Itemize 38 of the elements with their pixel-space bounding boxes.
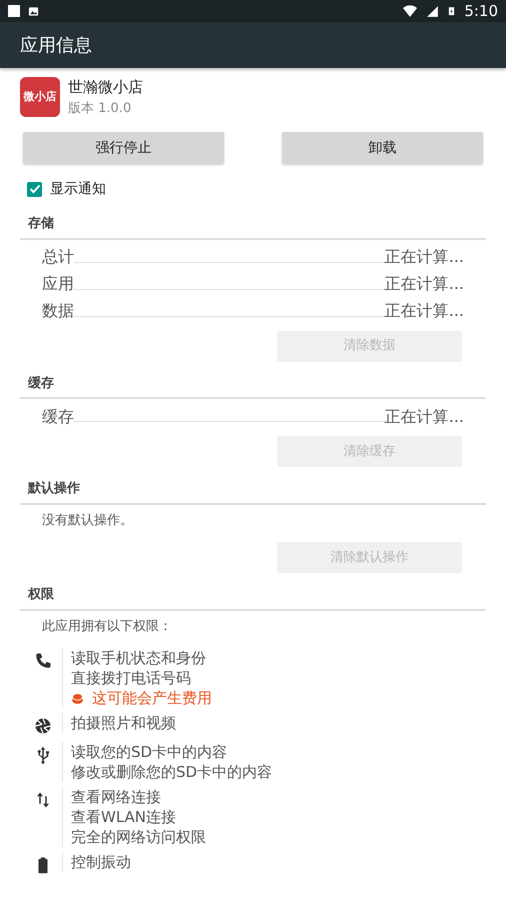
permission-text: 查看网络连接 xyxy=(71,787,162,807)
checkbox[interactable] xyxy=(27,182,42,196)
permission-text: 完全的网络访问权限 xyxy=(71,827,206,847)
permission-text: 拍摄照片和视频 xyxy=(71,713,176,733)
permissions-intro: 此应用拥有以下权限： xyxy=(41,618,173,636)
wifi-icon xyxy=(402,4,418,18)
action-button[interactable]: 强行停止 xyxy=(23,132,224,164)
checkbox-label: 显示通知 xyxy=(50,180,106,198)
app-icon: 微小店 xyxy=(20,77,60,117)
storage-value: 正在计算... xyxy=(384,273,464,295)
storage-value: 正在计算... xyxy=(384,246,464,268)
action-button[interactable]: 卸载 xyxy=(282,132,483,164)
permission-text: 控制振动 xyxy=(71,852,131,872)
section-header: 权限 xyxy=(26,586,55,604)
app-name: 世瀚微小店 xyxy=(68,77,143,98)
signal-icon xyxy=(426,4,440,18)
section-header: 缓存 xyxy=(26,374,55,392)
image-notification-icon xyxy=(28,6,39,16)
section-note: 没有默认操作。 xyxy=(41,512,134,530)
coin-icon xyxy=(71,692,84,704)
permission-text: 查看WLAN连接 xyxy=(71,807,178,827)
cost-warning: 这可能会产生费用 xyxy=(92,688,212,708)
permission-text: 直接拨打电话号码 xyxy=(71,668,192,688)
clock: 5:10 xyxy=(464,0,498,22)
section-header: 存储 xyxy=(26,215,55,233)
storage-value: 正在计算... xyxy=(384,300,464,322)
storage-label: 应用 xyxy=(42,273,74,295)
permission-text: 读取您的SD卡中的内容 xyxy=(71,742,228,762)
storage-label: 数据 xyxy=(42,300,74,322)
storage-value: 正在计算... xyxy=(384,406,464,428)
app-version: 版本 1.0.0 xyxy=(68,100,132,118)
section-header: 默认操作 xyxy=(26,480,81,498)
storage-label: 缓存 xyxy=(42,406,74,428)
permission-text: 修改或删除您的SD卡中的内容 xyxy=(71,762,272,782)
app-bar-title: 应用信息 xyxy=(20,34,92,58)
storage-label: 总计 xyxy=(42,246,74,268)
notification-square-icon xyxy=(8,5,20,17)
permission-text: 读取手机状态和身份 xyxy=(71,648,207,668)
